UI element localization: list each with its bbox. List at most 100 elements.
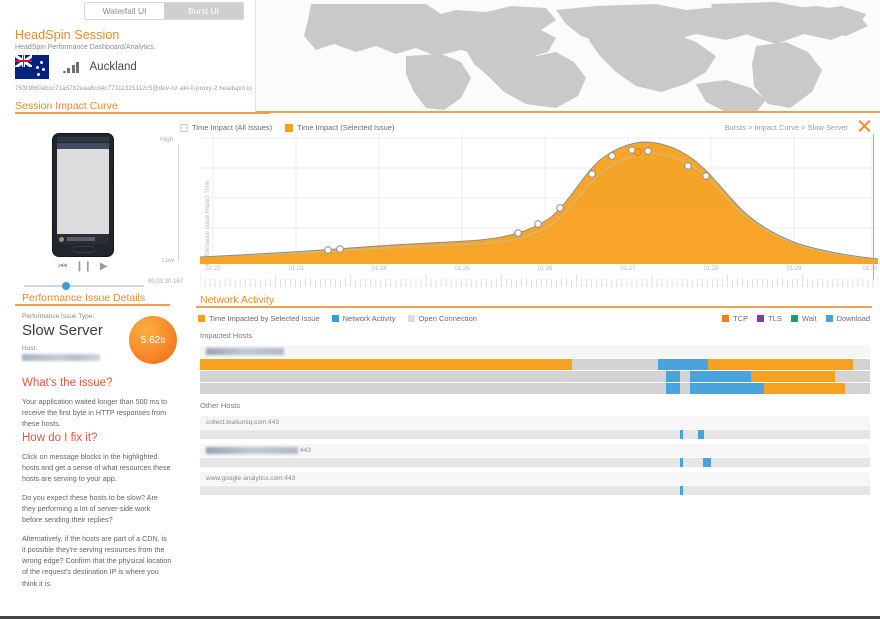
signal-bars-icon [63, 61, 81, 73]
legend-label-open-connection: Open Connection [418, 314, 477, 323]
host-group[interactable]: collect.tealiumiq.com:443 [200, 416, 870, 444]
legend-item-tcp[interactable]: TCP [722, 314, 748, 323]
timeline-segment-orange[interactable] [764, 383, 845, 394]
legend-swatch-network-activity-icon [331, 315, 339, 322]
host-label-bar[interactable]: 443 [200, 444, 870, 457]
play-icon[interactable]: ▶ [100, 261, 108, 272]
timeline-segment-orange[interactable] [707, 359, 853, 370]
timeline-segment-grey[interactable] [571, 359, 658, 370]
pause-icon[interactable]: ❙❙ [75, 261, 92, 272]
host-group[interactable] [200, 345, 870, 399]
host-timeline-lane[interactable] [200, 486, 870, 495]
timeline-segment-grey[interactable] [844, 383, 870, 394]
host-timeline-lane[interactable] [200, 371, 870, 382]
other-hosts-label: Other Hosts [200, 401, 241, 410]
legend-label-all-issues: Time Impact (All Issues) [192, 123, 273, 132]
timeline-segment-grey[interactable] [200, 371, 667, 382]
x-tick-3: 01:25 [454, 266, 470, 272]
host-group[interactable]: www.google-analytics.com:443 [200, 472, 870, 500]
map-divider [256, 111, 880, 113]
how-to-fix-body-3: Alternatively, if the hosts are part of … [22, 534, 172, 588]
timeline-segment-blue[interactable] [666, 383, 680, 394]
legend-swatch-tls-icon [757, 315, 765, 322]
legend-swatch-wait-icon [790, 315, 798, 322]
timeline-segment-blue[interactable] [702, 458, 711, 467]
skip-previous-icon[interactable]: ⏮ [58, 261, 67, 272]
legend-swatch-download-icon [825, 315, 833, 322]
host-row-spacer [200, 394, 870, 399]
legend-item-all-issues[interactable]: Time Impact (All Issues) [180, 123, 272, 132]
tab-burst-ui[interactable]: Burst UI [164, 3, 243, 19]
breadcrumb[interactable]: Bursts > Impact Curve > Slow Server [725, 123, 848, 132]
host-label-bar[interactable]: collect.tealiumiq.com:443 [200, 416, 870, 429]
performance-issue-details-heading: Performance Issue Details [22, 292, 146, 304]
host-timeline-lane[interactable] [200, 383, 870, 394]
timeline-segment-grey[interactable] [200, 383, 667, 394]
timeline-segment-grey[interactable] [852, 359, 870, 370]
timeline-segment-grey[interactable] [835, 371, 870, 382]
legend-item-network-activity[interactable]: Network Activity [331, 314, 396, 323]
issue-type-label: Performance Issue Type: [22, 313, 95, 320]
page-subtitle: HeadSpin Performance Dashboard/Analytics… [15, 44, 156, 51]
timeline-segment-orange[interactable] [750, 371, 836, 382]
host-timeline-lane[interactable] [200, 458, 870, 467]
player-controls[interactable]: ⏮ ❙❙ ▶ [52, 261, 114, 272]
issue-host-label: Host: [22, 345, 38, 352]
phone-screen[interactable] [57, 149, 109, 234]
x-tick-1: 01:23 [288, 266, 304, 272]
impacted-hosts-list [200, 345, 870, 399]
tab-waterfall-ui[interactable]: Waterfall UI [85, 3, 164, 19]
chart-plot-area[interactable] [200, 134, 878, 264]
phone-home-button [73, 246, 95, 253]
legend-item-wait[interactable]: Wait [790, 314, 817, 323]
page-title: HeadSpin Session [15, 28, 120, 42]
seek-bar[interactable] [24, 281, 144, 291]
host-row-spacer [200, 495, 870, 500]
location-pin-icon[interactable] [832, 35, 880, 113]
device-player[interactable]: ⏮ ❙❙ ▶ 00:01:30.167 [24, 133, 183, 290]
timeline-segment-blue[interactable] [679, 458, 684, 467]
session-impact-curve-chart: Time Impact (All Issues) Time Impact (Se… [0, 116, 880, 291]
x-tick-8: 01:30 [862, 266, 878, 272]
timeline-segment-orange[interactable] [200, 359, 572, 370]
close-icon[interactable] [856, 118, 872, 134]
legend-label-tls: TLS [768, 314, 782, 323]
headspin-burst-ui-app: Waterfall UI Burst UI HeadSpin Session H… [0, 0, 880, 619]
timeline-segment-grey[interactable] [679, 371, 691, 382]
legend-item-tls[interactable]: TLS [757, 314, 782, 323]
seek-handle[interactable] [62, 282, 70, 290]
timeline-segment-blue[interactable] [697, 430, 704, 439]
timeline-segment-blue[interactable] [690, 371, 751, 382]
chart-area-selected-issue [200, 142, 878, 264]
world-map[interactable] [256, 0, 880, 113]
timeline-segment-blue[interactable] [679, 430, 684, 439]
legend-item-time-impacted[interactable]: Time Impacted by Selected Issue [198, 314, 320, 323]
how-to-fix-body-2: Do you expect these hosts to be slow? Ar… [22, 493, 158, 525]
host-timeline-lane[interactable] [200, 359, 870, 370]
timeline-segment-blue[interactable] [679, 486, 684, 495]
timeline-segment-blue[interactable] [690, 383, 765, 394]
ui-mode-toggle[interactable]: Waterfall UI Burst UI [84, 2, 244, 20]
host-label-bar[interactable]: www.google-analytics.com:443 [200, 472, 870, 485]
seek-track[interactable] [24, 285, 144, 287]
phone-statusbar [57, 137, 109, 142]
timeline-segment-blue[interactable] [666, 371, 680, 382]
x-axis-ticks [200, 275, 878, 287]
legend-item-selected-issue[interactable]: Time Impact (Selected Issue) [285, 123, 394, 132]
chart-cursor-line [873, 134, 874, 280]
network-activity-divider [196, 306, 872, 308]
section-divider [15, 112, 270, 114]
host-label-bar[interactable] [200, 345, 870, 358]
location-city-label: Auckland [89, 61, 137, 73]
phone-device-mockup[interactable] [52, 133, 114, 257]
timeline-segment-blue[interactable] [657, 359, 708, 370]
network-activity-legend-left: Time Impacted by Selected Issue Network … [198, 314, 477, 323]
host-name-label: www.google-analytics.com:443 [206, 475, 296, 482]
x-tick-2: 01:24 [371, 266, 387, 272]
legend-item-download[interactable]: Download [825, 314, 870, 323]
host-timeline-lane[interactable] [200, 430, 870, 439]
legend-item-open-connection[interactable]: Open Connection [407, 314, 477, 323]
timeline-segment-grey[interactable] [679, 383, 691, 394]
legend-label-wait: Wait [801, 314, 817, 323]
host-group[interactable]: 443 [200, 444, 870, 472]
